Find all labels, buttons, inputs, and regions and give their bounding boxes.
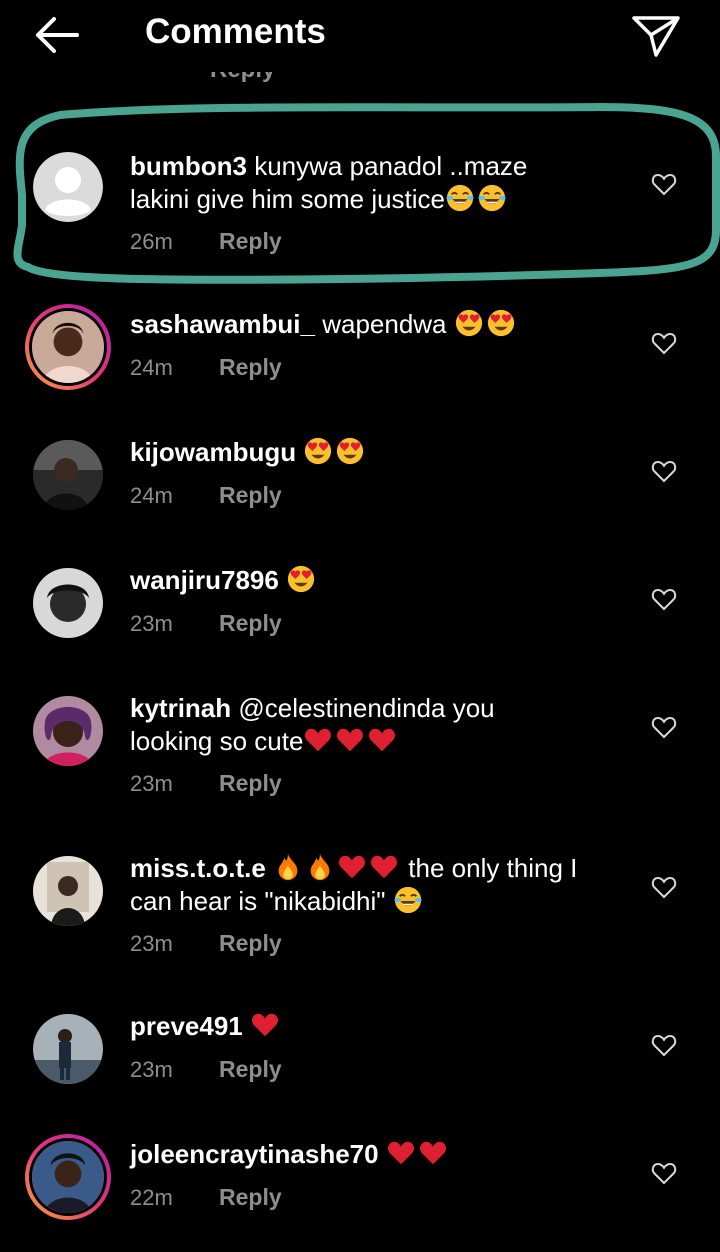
fire-emoji [273,852,303,882]
red-heart-emoji [337,852,367,882]
timestamp: 23m [130,611,173,636]
comment-text: kytrinah @celestinendinda you looking so… [130,693,495,756]
like-heart-icon[interactable] [651,459,677,483]
like-heart-icon[interactable] [651,1033,677,1057]
page-title: Comments [145,12,326,51]
timestamp: 23m [130,771,173,796]
username[interactable]: wanjiru7896 [130,565,279,595]
comment-meta: 23m Reply [130,930,282,957]
comment-meta: 23m Reply [130,770,282,797]
red-heart-emoji [250,1010,280,1040]
comment-text: sashawambui_ wapendwa [130,308,630,341]
fire-emoji [305,852,335,882]
red-heart-emoji [418,1138,448,1168]
heart-eyes-emoji [286,564,316,594]
reply-button[interactable]: Reply [219,228,282,254]
comment-meta: 23m Reply [130,610,282,637]
share-button[interactable] [628,10,684,60]
heart-eyes-emoji [303,436,333,466]
timestamp: 26m [130,229,173,254]
story-ring-avatar[interactable] [25,304,111,390]
heart-eyes-emoji [454,308,484,338]
reply-button[interactable]: Reply [219,1184,282,1210]
like-heart-icon[interactable] [651,587,677,611]
avatar[interactable] [33,696,103,766]
heart-eyes-emoji [335,436,365,466]
username[interactable]: kytrinah [130,693,231,723]
red-heart-emoji [367,725,397,755]
timestamp: 22m [130,1185,173,1210]
comment-text: joleencraytinashe70 [130,1138,630,1171]
like-heart-icon[interactable] [651,1161,677,1185]
red-heart-emoji [335,725,365,755]
partial-reply-link[interactable]: Reply [210,72,310,94]
avatar[interactable] [33,152,103,222]
red-heart-emoji [303,725,333,755]
comment-meta: 22m Reply [130,1184,282,1211]
reply-button[interactable]: Reply [219,770,282,796]
red-heart-emoji [386,1138,416,1168]
username[interactable]: bumbon3 [130,151,247,181]
username[interactable]: miss.t.o.t.e [130,853,266,883]
username[interactable]: sashawambui_ [130,309,315,339]
comment-text: bumbon3 kunywa panadol ..maze lakini giv… [130,151,528,214]
comment-meta: 23m Reply [130,1056,282,1083]
timestamp: 24m [130,483,173,508]
timestamp: 23m [130,931,173,956]
comment-text: miss.t.o.t.e the only thing I can hear i… [130,852,578,916]
reply-button[interactable]: Reply [219,354,282,380]
red-heart-emoji [369,852,399,882]
arrow-left-icon [36,17,79,53]
timestamp: 24m [130,355,173,380]
avatar[interactable] [33,568,103,638]
heart-eyes-emoji [486,308,516,338]
username[interactable]: preve491 [130,1011,243,1041]
back-button[interactable] [30,12,82,58]
avatar[interactable] [33,1014,103,1084]
comment-text: kijowambugu [130,436,630,469]
like-heart-icon[interactable] [651,875,677,899]
like-heart-icon[interactable] [651,331,677,355]
timestamp: 23m [130,1057,173,1082]
avatar[interactable] [33,440,103,510]
comment-meta: 24m Reply [130,354,282,381]
comment-meta: 26m Reply [130,228,282,255]
comment-meta: 24m Reply [130,482,282,509]
username[interactable]: joleencraytinashe70 [130,1139,379,1169]
top-bar: Comments [0,0,720,72]
avatar[interactable] [33,856,103,926]
reply-button[interactable]: Reply [219,1056,282,1082]
story-ring-avatar[interactable] [25,1134,111,1220]
reply-button[interactable]: Reply [219,482,282,508]
tears-of-joy-emoji [393,885,423,915]
tears-of-joy-emoji [477,183,507,213]
reply-button[interactable]: Reply [219,610,282,636]
paper-plane-icon [632,16,680,57]
like-heart-icon[interactable] [651,715,677,739]
like-heart-icon[interactable] [651,172,677,196]
tears-of-joy-emoji [445,183,475,213]
comment-text: wanjiru7896 [130,564,630,597]
reply-button[interactable]: Reply [219,930,282,956]
comment-text: preve491 [130,1010,630,1043]
username[interactable]: kijowambugu [130,437,296,467]
